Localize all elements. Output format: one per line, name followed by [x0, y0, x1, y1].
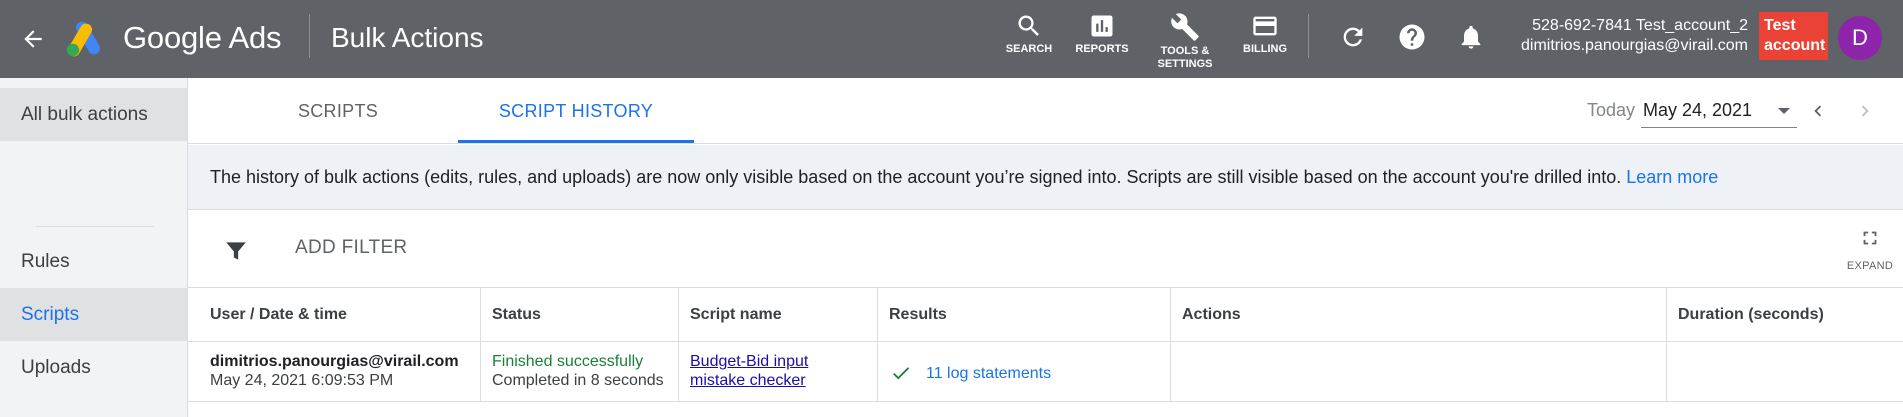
tab-script-history[interactable]: SCRIPT HISTORY [458, 78, 694, 144]
fullscreen-icon [1863, 231, 1877, 245]
column-header-actions[interactable]: Actions [1171, 288, 1667, 341]
checkmark-icon [893, 367, 910, 380]
previous-period-chevron-icon[interactable] [1805, 98, 1831, 124]
column-header-script-name[interactable]: Script name [679, 288, 878, 341]
tab-scripts[interactable]: SCRIPTS [288, 78, 388, 144]
dropdown-caret-icon [1778, 108, 1790, 114]
notifications-bell-icon[interactable] [1452, 18, 1490, 56]
help-icon[interactable] [1393, 18, 1431, 56]
sidebar-item-scripts[interactable]: Scripts [0, 288, 187, 341]
column-header-user-date[interactable]: User / Date & time [188, 288, 481, 341]
table-row: dimitrios.panourgias@virail.com May 24, … [188, 342, 1903, 402]
column-header-results[interactable]: Results [878, 288, 1171, 341]
sidebar: All bulk actions Rules Scripts Uploads [0, 78, 188, 417]
billing-label: BILLING [1243, 43, 1287, 55]
cell-user-date: dimitrios.panourgias@virail.com May 24, … [188, 342, 481, 401]
reports-button[interactable]: REPORTS [1062, 12, 1142, 56]
reports-label: REPORTS [1075, 43, 1129, 55]
search-icon [1018, 15, 1039, 36]
next-period-chevron-icon[interactable] [1852, 98, 1878, 124]
refresh-icon[interactable] [1334, 18, 1372, 56]
avatar[interactable]: D [1838, 16, 1882, 60]
row-datetime: May 24, 2021 6:09:53 PM [210, 372, 394, 389]
script-name-link[interactable]: Budget-Bid input mistake checker [690, 352, 840, 390]
row-status-detail: Completed in 8 seconds [492, 372, 664, 389]
row-user-email: dimitrios.panourgias@virail.com [210, 353, 459, 370]
active-tab-indicator [458, 140, 694, 143]
expand-button[interactable]: EXPAND [1845, 227, 1895, 272]
cell-script-name: Budget-Bid input mistake checker [679, 342, 878, 401]
account-email: dimitrios.panourgias@virail.com [1521, 37, 1748, 54]
cell-status: Finished successfully Completed in 8 sec… [481, 342, 679, 401]
top-app-bar: Google Ads Bulk Actions SEARCH REPORTS T… [0, 0, 1903, 78]
cell-duration [1667, 342, 1903, 401]
today-label: Today [1587, 100, 1636, 120]
cell-results: 11 log statements [878, 342, 1171, 401]
wrench-icon [1171, 13, 1199, 41]
account-id-name: 528-692-7841 Test_account_2 [1532, 17, 1748, 34]
log-statements-link[interactable]: 11 log statements [926, 364, 1051, 383]
account-info[interactable]: 528-692-7841 Test_account_2 dimitrios.pa… [1521, 16, 1748, 56]
sidebar-divider [36, 226, 154, 227]
page-title: Bulk Actions [331, 22, 484, 53]
row-status: Finished successfully [492, 353, 644, 370]
filter-funnel-icon[interactable] [223, 238, 249, 264]
tab-bar: SCRIPTS SCRIPT HISTORY Today May 24, 202… [188, 78, 1903, 144]
learn-more-link[interactable]: Learn more [1626, 167, 1718, 187]
back-arrow-icon[interactable] [14, 20, 52, 58]
cell-actions [1171, 342, 1667, 401]
google-ads-logo [64, 18, 108, 58]
sidebar-item-uploads[interactable]: Uploads [0, 341, 187, 394]
add-filter-button[interactable]: ADD FILTER [295, 237, 407, 259]
column-header-duration[interactable]: Duration (seconds) [1667, 288, 1903, 341]
product-name[interactable]: Google Ads [123, 18, 281, 58]
reports-icon [1091, 15, 1113, 37]
billing-button[interactable]: BILLING [1225, 12, 1305, 56]
column-header-status[interactable]: Status [481, 288, 679, 341]
header-divider [1308, 14, 1309, 58]
search-button[interactable]: SEARCH [989, 12, 1069, 56]
filter-bar: ADD FILTER EXPAND [188, 211, 1903, 288]
header-divider [309, 14, 310, 58]
tools-settings-button[interactable]: TOOLS & SETTINGS [1145, 12, 1225, 71]
sidebar-item-rules[interactable]: Rules [0, 235, 187, 288]
credit-card-icon [1253, 16, 1277, 36]
script-history-table: User / Date & time Status Script name Re… [188, 288, 1903, 402]
tools-settings-label: TOOLS & SETTINGS [1157, 45, 1213, 70]
date-value: May 24, 2021 [1643, 100, 1753, 120]
sidebar-item-all-bulk-actions[interactable]: All bulk actions [0, 88, 187, 141]
date-range-select[interactable]: May 24, 2021 [1641, 94, 1797, 128]
expand-label: EXPAND [1846, 260, 1894, 272]
notice-text: The history of bulk actions (edits, rule… [210, 167, 1622, 187]
table-header-row: User / Date & time Status Script name Re… [188, 288, 1903, 342]
test-account-badge: Test account [1759, 12, 1828, 60]
info-notice: The history of bulk actions (edits, rule… [188, 145, 1903, 210]
search-label: SEARCH [1005, 43, 1053, 55]
